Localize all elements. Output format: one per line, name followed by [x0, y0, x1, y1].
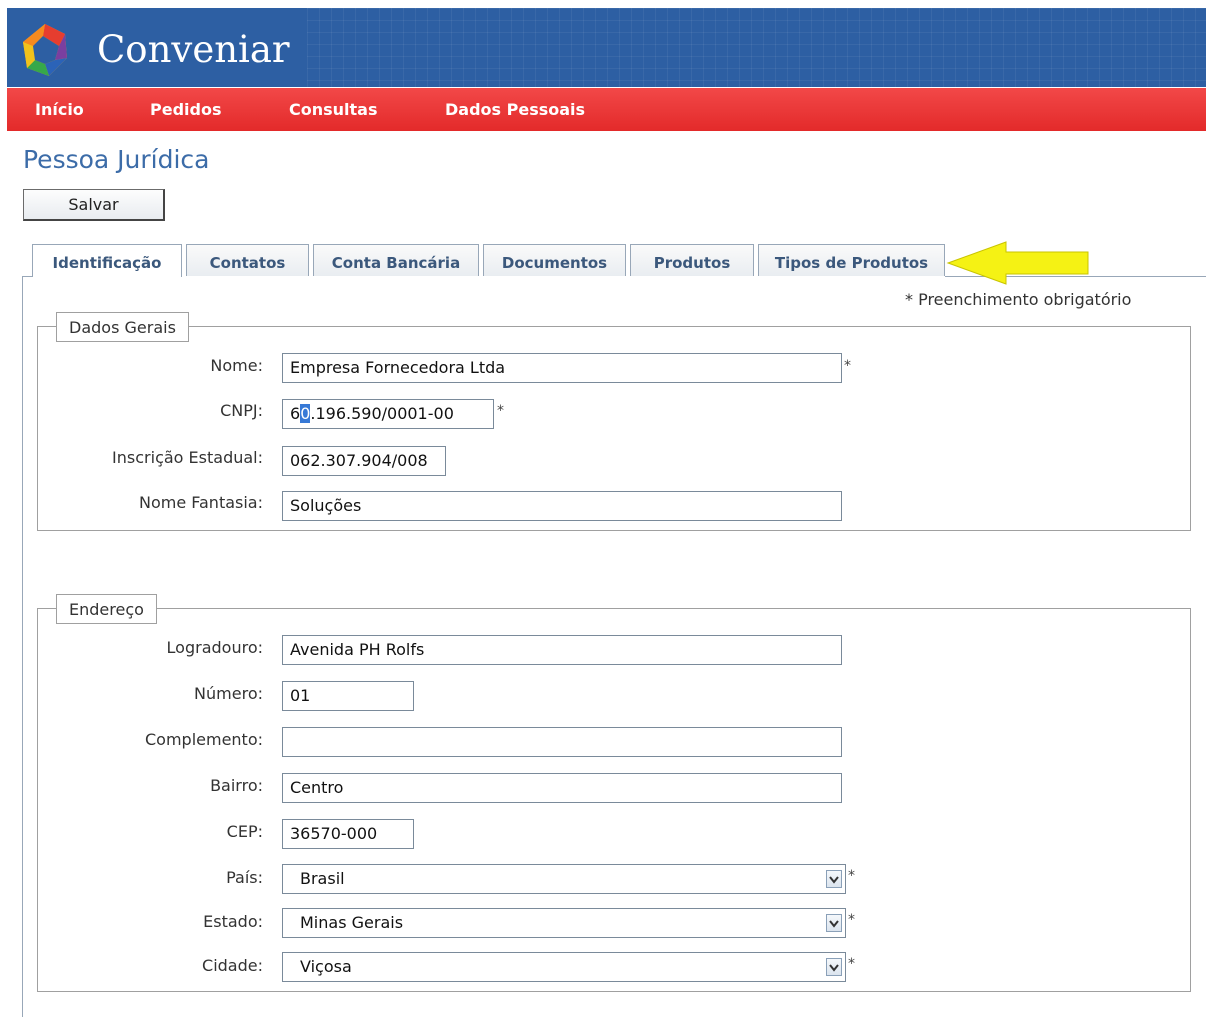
complemento-label: Complemento:	[144, 730, 263, 749]
required-marker: *	[497, 403, 504, 419]
app-title: Conveniar	[97, 28, 290, 71]
nome-fantasia-field[interactable]: Soluções	[282, 491, 842, 521]
pais-select[interactable]: Brasil	[282, 864, 846, 894]
save-button[interactable]: Salvar	[23, 189, 165, 221]
cidade-label: Cidade:	[202, 956, 263, 975]
required-marker: *	[848, 868, 855, 884]
page-title: Pessoa Jurídica	[23, 145, 210, 174]
tab-baseline	[22, 276, 32, 277]
complemento-field[interactable]	[282, 727, 842, 757]
tab-identificacao[interactable]: Identificação	[32, 244, 182, 277]
cnpj-field[interactable]: 60.196.590/0001-00	[282, 399, 494, 429]
logradouro-label: Logradouro:	[166, 638, 263, 657]
main-menu: Início Pedidos Consultas Dados Pessoais	[7, 88, 1206, 131]
menu-item-dados-pessoais[interactable]: Dados Pessoais	[445, 100, 585, 119]
yellow-arrow-icon	[946, 241, 1089, 285]
menu-item-consultas[interactable]: Consultas	[289, 100, 378, 119]
bairro-label: Bairro:	[210, 776, 263, 795]
inscricao-estadual-label: Inscrição Estadual:	[112, 448, 263, 467]
cidade-select[interactable]: Viçosa	[282, 952, 846, 982]
header-pattern	[307, 8, 1206, 87]
conveniar-logo-icon	[23, 24, 67, 76]
required-marker: *	[848, 912, 855, 928]
nome-label: Nome:	[210, 356, 263, 375]
endereco-legend: Endereço	[56, 594, 157, 624]
dados-gerais-legend: Dados Gerais	[56, 312, 189, 342]
required-note: * Preenchimento obrigatório	[905, 290, 1132, 309]
cep-field[interactable]: 36570-000	[282, 819, 414, 849]
tab-tipos-de-produtos[interactable]: Tipos de Produtos	[758, 244, 945, 276]
chevron-down-icon[interactable]	[826, 958, 842, 976]
chevron-down-icon[interactable]	[826, 870, 842, 888]
inscricao-estadual-field[interactable]: 062.307.904/008	[282, 446, 446, 476]
numero-label: Número:	[194, 684, 263, 703]
estado-select[interactable]: Minas Gerais	[282, 908, 846, 938]
cnpj-value-rest: .196.590/0001-00	[310, 404, 454, 423]
cnpj-value-prefix: 6	[290, 404, 301, 423]
chevron-down-icon[interactable]	[826, 914, 842, 932]
menu-item-pedidos[interactable]: Pedidos	[150, 100, 221, 119]
menu-item-inicio[interactable]: Início	[35, 100, 84, 119]
logradouro-field[interactable]: Avenida PH Rolfs	[282, 635, 842, 665]
nome-fantasia-label: Nome Fantasia:	[138, 493, 263, 512]
bairro-field[interactable]: Centro	[282, 773, 842, 803]
tab-contatos[interactable]: Contatos	[186, 244, 309, 276]
numero-field[interactable]: 01	[282, 681, 414, 711]
pais-label: País:	[226, 868, 263, 887]
required-marker: *	[844, 358, 851, 374]
text-selection: 0	[300, 404, 311, 423]
nome-field[interactable]: Empresa Fornecedora Ltda	[282, 353, 842, 383]
cnpj-label: CNPJ:	[220, 401, 263, 420]
tab-produtos[interactable]: Produtos	[630, 244, 754, 276]
required-marker: *	[848, 956, 855, 972]
tab-conta-bancaria[interactable]: Conta Bancária	[313, 244, 479, 276]
tab-documentos[interactable]: Documentos	[483, 244, 626, 276]
cep-label: CEP:	[226, 822, 263, 841]
app-header: Conveniar	[7, 8, 1206, 87]
estado-label: Estado:	[203, 912, 263, 931]
